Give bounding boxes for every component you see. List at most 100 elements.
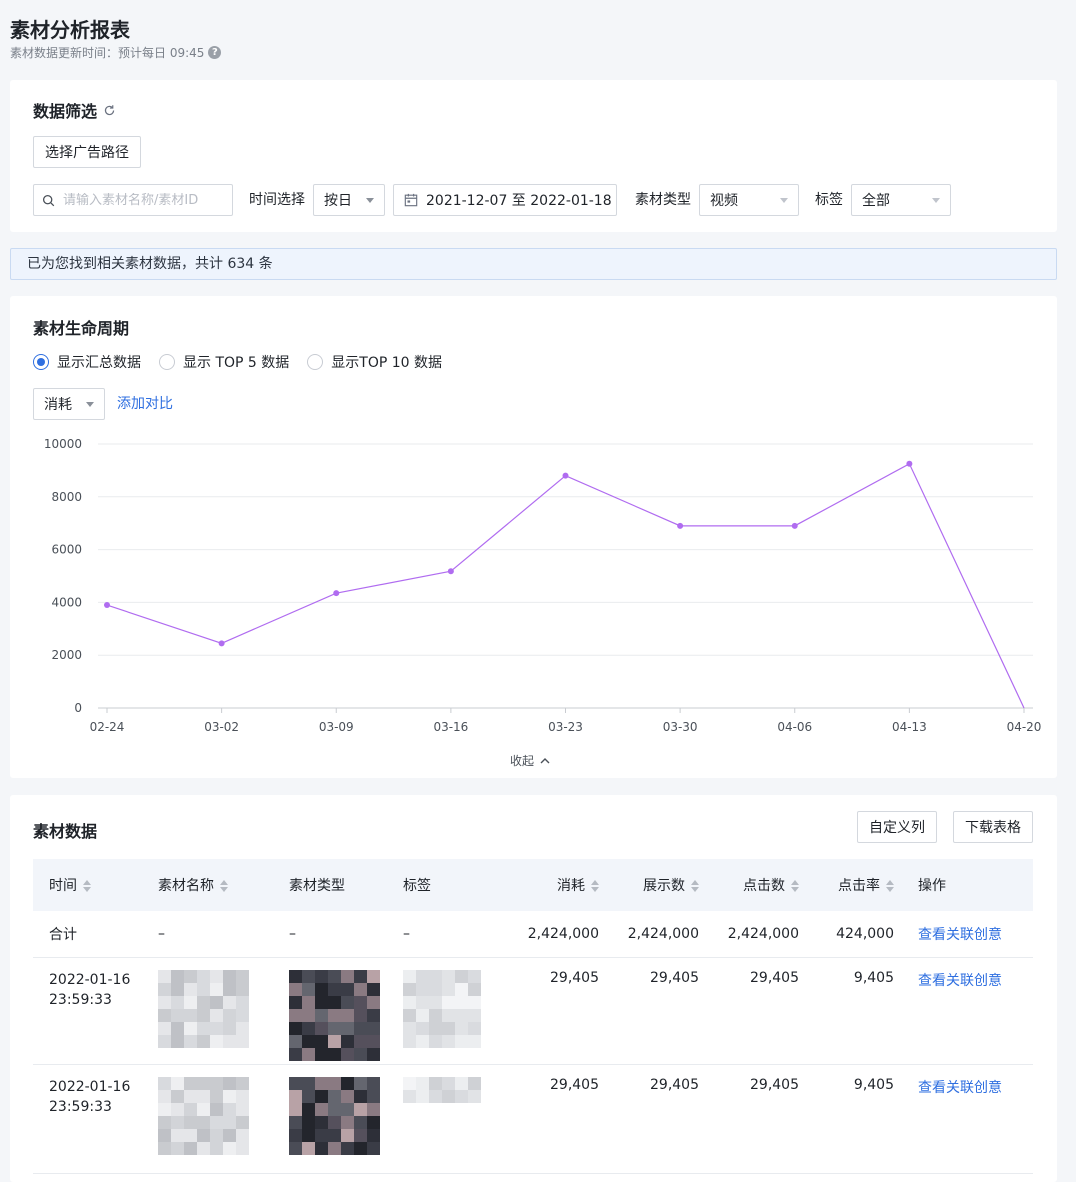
- view-related-creatives-link[interactable]: 查看关联创意: [902, 957, 1033, 1065]
- summary-name: –: [150, 911, 281, 958]
- col-header-impressions[interactable]: 展示数: [607, 859, 707, 911]
- pixel-block: [315, 1141, 328, 1155]
- pixel-block: [158, 1021, 171, 1035]
- pixel-block: [210, 969, 223, 983]
- pixel-block: [328, 1141, 341, 1155]
- pixel-block: [184, 1089, 197, 1103]
- pixel-block: [315, 1115, 328, 1129]
- col-header-cost[interactable]: 消耗: [495, 859, 607, 911]
- pixel-block: [341, 1128, 354, 1142]
- radio-top10[interactable]: 显示TOP 10 数据: [307, 352, 442, 372]
- tag-select[interactable]: 全部: [851, 184, 951, 216]
- pixel-block: [302, 1021, 315, 1035]
- x-tick-label: 04-13: [892, 720, 927, 734]
- radio-unchecked-icon: [159, 354, 175, 370]
- date-range-picker[interactable]: 2021-12-07 至 2022-01-18: [393, 184, 617, 216]
- sort-icon[interactable]: [83, 880, 91, 892]
- pixel-block: [328, 1115, 341, 1129]
- pixel-block: [223, 1008, 236, 1022]
- y-tick-label: 2000: [51, 648, 82, 662]
- pixel-block: [341, 1076, 354, 1090]
- video-thumbnail[interactable]: [289, 1076, 387, 1155]
- pixel-block: [403, 995, 416, 1009]
- result-count-banner: 已为您找到相关素材数据，共计 634 条: [10, 248, 1057, 280]
- sort-icon[interactable]: [791, 880, 799, 892]
- pixel-block: [429, 1076, 442, 1090]
- pixel-block: [354, 1128, 367, 1142]
- pixel-block: [328, 1034, 341, 1048]
- metric-select[interactable]: 消耗: [33, 388, 105, 420]
- row-impressions: 29,405: [607, 957, 707, 1065]
- pixel-block: [442, 1076, 455, 1090]
- view-related-creatives-link[interactable]: 查看关联创意: [902, 1064, 1033, 1174]
- time-granularity-select[interactable]: 按日: [313, 184, 385, 216]
- select-ad-path-button[interactable]: 选择广告路径: [33, 136, 141, 168]
- row-ctr: 9,405: [807, 957, 902, 1065]
- col-header-name[interactable]: 素材名称: [150, 859, 281, 911]
- radio-label: 显示TOP 10 数据: [331, 355, 443, 371]
- pixel-block: [315, 1021, 328, 1035]
- pixel-block: [223, 995, 236, 1009]
- x-tick-label: 03-30: [663, 720, 698, 734]
- video-thumbnail[interactable]: [289, 969, 387, 1061]
- pixel-block: [328, 1047, 341, 1061]
- sort-icon[interactable]: [591, 880, 599, 892]
- collapse-label: 收起: [510, 754, 535, 768]
- material-type-select[interactable]: 视频: [699, 184, 799, 216]
- col-header-clicks[interactable]: 点击数: [707, 859, 807, 911]
- pixel-block: [315, 995, 328, 1009]
- pixel-block: [328, 982, 341, 996]
- pixel-block: [403, 969, 416, 983]
- help-icon[interactable]: ?: [208, 46, 222, 59]
- pixel-block: [468, 982, 481, 996]
- radio-summary[interactable]: 显示汇总数据: [33, 352, 141, 372]
- pixel-block: [367, 1047, 380, 1061]
- pixel-block: [302, 1008, 315, 1022]
- y-tick-label: 4000: [51, 595, 82, 609]
- pixel-block: [455, 1076, 468, 1090]
- pixel-block: [341, 1021, 354, 1035]
- collapse-toggle[interactable]: 收起: [510, 752, 550, 769]
- search-input[interactable]: [63, 192, 223, 208]
- col-header-label: 展示数: [643, 878, 685, 894]
- pixel-block: [367, 1021, 380, 1035]
- sort-icon[interactable]: [691, 880, 699, 892]
- pixel-block: [158, 1115, 171, 1129]
- pixel-block: [341, 995, 354, 1009]
- custom-columns-button[interactable]: 自定义列: [857, 811, 937, 843]
- pixel-block: [455, 1089, 468, 1103]
- search-box[interactable]: [33, 184, 233, 216]
- pixel-block: [328, 1021, 341, 1035]
- col-header-label: 素材类型: [289, 878, 345, 894]
- pixel-block: [341, 1102, 354, 1116]
- radio-top5[interactable]: 显示 TOP 5 数据: [159, 352, 289, 372]
- update-time-text: 素材数据更新时间：预计每日 09:45: [10, 46, 205, 60]
- pixel-block: [197, 1128, 210, 1142]
- radio-label: 显示 TOP 5 数据: [183, 355, 290, 371]
- pixel-block: [184, 1021, 197, 1035]
- pixel-block: [367, 1034, 380, 1048]
- pixel-block: [171, 1089, 184, 1103]
- sort-icon[interactable]: [220, 880, 228, 892]
- pixel-block: [158, 1034, 171, 1048]
- pixel-block: [455, 1034, 468, 1048]
- filter-title-wrap: 数据筛选: [33, 98, 116, 122]
- table-row: 2022-01-16 23:59:33 29,405 29,405 29,405 …: [33, 957, 1033, 1065]
- refresh-icon[interactable]: [103, 104, 116, 117]
- pixel-block: [184, 982, 197, 996]
- add-compare-link[interactable]: 添加对比: [117, 388, 173, 420]
- data-point: [677, 522, 684, 529]
- col-header-ctr[interactable]: 点击率: [807, 859, 902, 911]
- pixel-block: [315, 1047, 328, 1061]
- pixel-block: [367, 1128, 380, 1142]
- pixel-block: [455, 982, 468, 996]
- download-table-button[interactable]: 下载表格: [953, 811, 1033, 843]
- pixel-block: [429, 995, 442, 1009]
- row-cost: 29,405: [495, 1064, 607, 1174]
- sort-icon[interactable]: [886, 880, 894, 892]
- col-header-time[interactable]: 时间: [33, 859, 150, 911]
- tag-blurred: [403, 1076, 487, 1103]
- view-related-creatives-link[interactable]: 查看关联创意: [902, 911, 1033, 958]
- x-tick-label: 03-09: [319, 720, 354, 734]
- summary-clicks: 2,424,000: [707, 911, 807, 958]
